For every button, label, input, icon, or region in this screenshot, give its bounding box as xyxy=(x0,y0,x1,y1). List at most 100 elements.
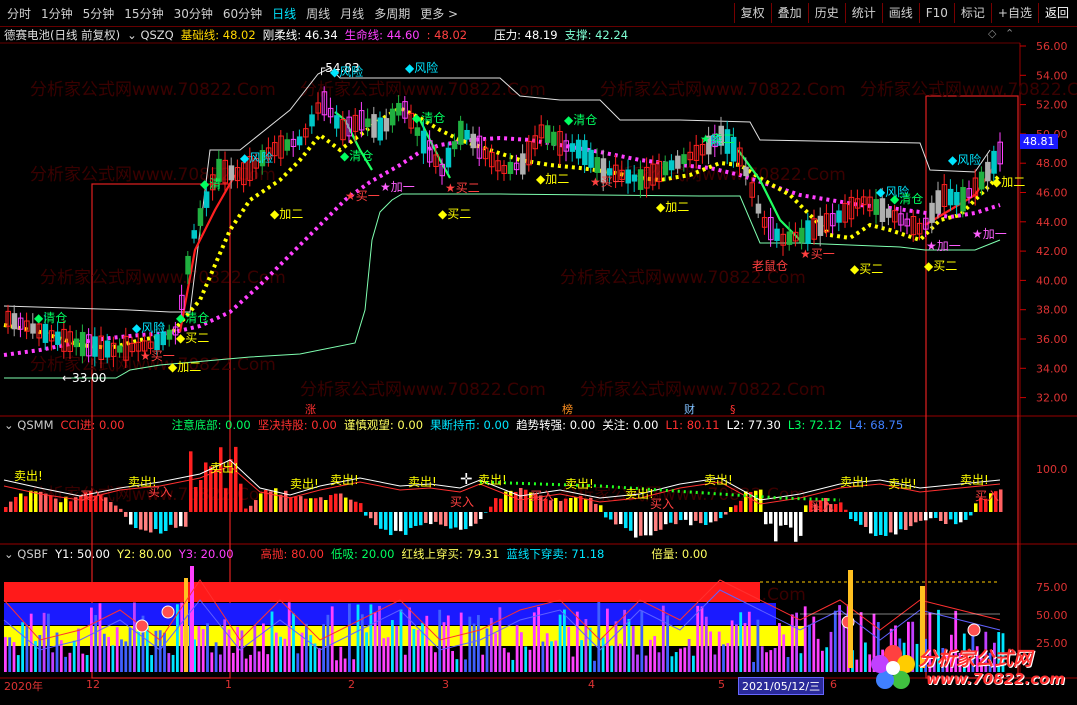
date-label: 2020年 xyxy=(4,680,43,693)
clear-label: ◆清仓 xyxy=(340,149,373,163)
date-label: 4 xyxy=(588,678,595,691)
svg-text:买入: 买入 xyxy=(650,497,674,511)
price-tick: 40.00 xyxy=(1036,274,1068,287)
svg-text:卖出!: 卖出! xyxy=(290,477,319,491)
qsbf-red-band xyxy=(4,582,760,602)
risk-label: ◆风险 xyxy=(240,150,273,165)
add-two-label: ◆加二 xyxy=(656,200,689,214)
chevron-down-icon: ⌄ xyxy=(4,547,14,561)
price-tick: 48.00 xyxy=(1036,157,1068,170)
svg-text:卖出!: 卖出! xyxy=(840,475,869,489)
clear-label: ◆清仓 xyxy=(890,192,923,206)
buy-two-label: ◆买二 xyxy=(176,331,209,345)
date-axis: 2020年 12 1 2 3 4 5 6 xyxy=(0,678,1020,696)
clear-label: ◆清仓 xyxy=(564,113,597,127)
price-tick: 42.00 xyxy=(1036,245,1068,258)
svg-text:卖出!: 卖出! xyxy=(330,473,359,487)
signal-annotations: ┌54.83 ←33.00 ◆风险 ◆风险 ◆风险 ◆风险 ◆风险 ◆风险 ◆清… xyxy=(34,60,1025,385)
watermark-text: 分析家公式网www.70822.Com xyxy=(300,80,546,100)
svg-text:卖出!: 卖出! xyxy=(14,469,43,483)
ball-icon xyxy=(967,623,981,637)
risk-label: ◆风险 xyxy=(330,64,363,79)
qsmm-name[interactable]: ⌄ QSMM xyxy=(4,417,54,433)
qsbf-yellow-band xyxy=(4,626,804,646)
buy-one-label: ★买一 xyxy=(140,349,175,363)
qsbf-header: ⌄ QSBF Y1: 50.00 Y2: 80.00 Y3: 20.00 高抛:… xyxy=(4,546,708,562)
watermark-text: 分析家公式网www.70822.Com xyxy=(40,268,286,288)
clear-label: ◆清仓 xyxy=(412,111,445,125)
event-marks: 涨 榜 财 § xyxy=(305,402,736,416)
clear-label: ◆清 xyxy=(200,177,221,191)
add-one-label: ★加一 xyxy=(972,227,1007,241)
qsmm-header: ⌄ QSMM CCI进: 0.00 注意底部: 0.00 坚决持股: 0.00 … xyxy=(4,417,904,433)
date-label: 5 xyxy=(718,678,725,691)
buy-two-label: ◆买二 xyxy=(924,259,957,273)
watermark-text: 分析家公式网www.70822.Com xyxy=(860,80,1077,100)
price-tick: 36.00 xyxy=(1036,333,1068,346)
gangrou-line-plot xyxy=(3,105,1002,351)
date-label: 3 xyxy=(442,678,449,691)
buy-one-label: ★买二 xyxy=(445,181,480,195)
svg-text:买入: 买入 xyxy=(975,489,999,503)
clear-label: ◆清仓 xyxy=(176,311,209,325)
sub-axis-tick: 50.00 xyxy=(1036,609,1068,622)
add-two-label: ◆加二 xyxy=(270,207,303,221)
svg-text:买入: 买入 xyxy=(80,489,104,503)
svg-text:卖出!: 卖出! xyxy=(565,477,594,491)
add-two-label: ◆加二 xyxy=(536,172,569,186)
current-price-tag: 48.81 xyxy=(1020,134,1058,149)
event-mark[interactable]: § xyxy=(730,403,736,416)
event-mark[interactable]: 财 xyxy=(684,402,695,416)
svg-text:卖出!: 卖出! xyxy=(478,473,507,487)
svg-text:卖出!: 卖出! xyxy=(888,477,917,491)
svg-text:买入: 买入 xyxy=(530,489,554,503)
svg-text:买入: 买入 xyxy=(148,485,172,499)
price-tick: 44.00 xyxy=(1036,216,1068,229)
price-tick: 38.00 xyxy=(1036,304,1068,317)
price-tick: 34.00 xyxy=(1036,362,1068,375)
watermark-text: 分析家公式网www.70822.Com xyxy=(580,380,826,400)
cursor-date-box: 2021/05/12/三 xyxy=(738,677,825,695)
qsbf-spike xyxy=(848,570,853,668)
watermark-text: 分析家公式网www.70822.Com xyxy=(300,380,546,400)
date-label: 6 xyxy=(830,678,837,691)
svg-text:卖出!: 卖出! xyxy=(210,461,239,475)
low-price-label: ←33.00 xyxy=(62,371,106,385)
sub-axis-tick: 75.00 xyxy=(1036,581,1068,594)
price-tick: 56.00 xyxy=(1036,40,1068,53)
price-tick: 46.00 xyxy=(1036,187,1068,200)
add-one-label: ★加一 xyxy=(380,180,415,194)
flower-logo-icon xyxy=(871,645,915,689)
qsbf-blue-band xyxy=(4,603,776,625)
logo-url: www.70822.com xyxy=(926,670,1066,688)
buy-one-label: ★买一 xyxy=(800,247,835,261)
date-label: 12 xyxy=(86,678,100,691)
rat-position-label: 老鼠仓 xyxy=(752,259,788,273)
ball-icon xyxy=(135,619,149,633)
svg-text:卖出!: 卖出! xyxy=(408,475,437,489)
watermark-text: 分析家公式网www.70822.Com xyxy=(30,80,276,100)
watermark-text: 分析家公式网www.70822.Com xyxy=(600,80,846,100)
risk-label: ◆风险 xyxy=(948,152,981,167)
kline-chart-canvas[interactable]: 56.0054.0052.0050.0048.0046.0044.0042.00… xyxy=(0,0,1077,705)
buy-one-label: ★买一 xyxy=(590,175,625,189)
event-mark[interactable]: 榜 xyxy=(562,402,573,416)
qsbf-name[interactable]: ⌄ QSBF xyxy=(4,546,48,562)
svg-text:卖出!: 卖出! xyxy=(960,473,989,487)
date-label: 1 xyxy=(225,678,232,691)
logo-text: 分析家公式网 xyxy=(918,648,1033,670)
price-tick: 52.00 xyxy=(1036,99,1068,112)
event-mark[interactable]: 涨 xyxy=(305,403,316,416)
crosshair-icon: ✛ xyxy=(460,470,473,488)
add-two-label: ◆加二 xyxy=(992,175,1025,189)
svg-text:买入: 买入 xyxy=(450,495,474,509)
risk-label: ◆风险 xyxy=(405,60,438,75)
ball-icon xyxy=(161,605,175,619)
clear-label: ◆清仓 xyxy=(34,311,67,325)
buy-two-label: ◆买二 xyxy=(850,262,883,276)
buy-two-label: ◆买二 xyxy=(438,207,471,221)
svg-text:卖出!: 卖出! xyxy=(704,473,733,487)
price-tick: 32.00 xyxy=(1036,392,1068,405)
chevron-down-icon: ⌄ xyxy=(4,418,14,432)
risk-short-label: 险 xyxy=(710,133,722,148)
